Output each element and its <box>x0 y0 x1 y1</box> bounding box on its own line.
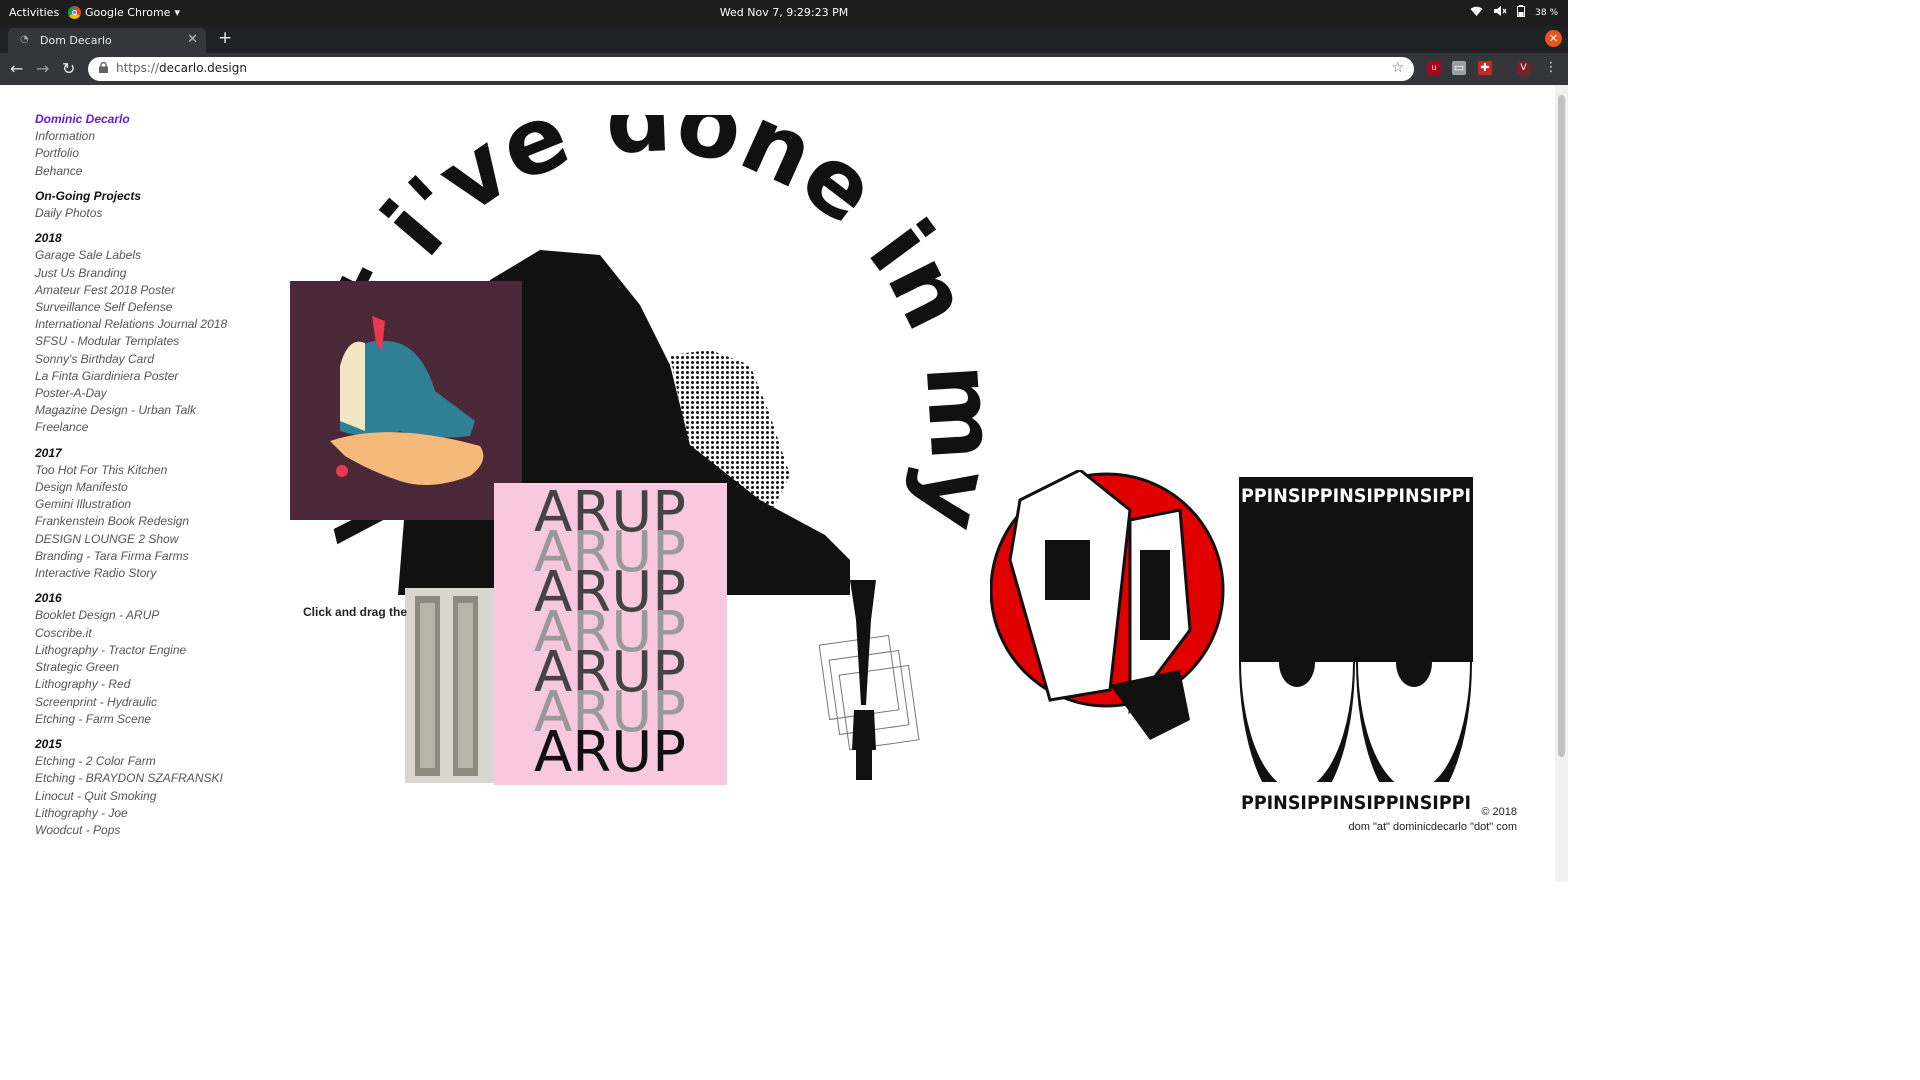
project-link[interactable]: Lithography - Tractor Engine <box>35 642 227 659</box>
project-link[interactable]: Booklet Design - ARUP <box>35 607 227 624</box>
project-link[interactable]: Etching - 2 Color Farm <box>35 753 227 770</box>
nav-link-behance[interactable]: Behance <box>35 163 227 180</box>
project-link[interactable]: Too Hot For This Kitchen <box>35 462 227 479</box>
scrollbar-thumb[interactable] <box>1558 95 1565 757</box>
copyright-text: © 2018 <box>1481 806 1517 818</box>
section-heading: On-Going Projects <box>35 188 142 203</box>
arup-booklet-artwork[interactable]: ARUPARUPARUPARUPARUPARUPARUP <box>494 483 727 785</box>
lock-icon[interactable] <box>99 61 108 76</box>
project-link[interactable]: Etching - BRAYDON SZAFRANSKI <box>35 770 227 787</box>
reload-icon[interactable]: ↻ <box>62 59 75 78</box>
project-link[interactable]: Screenprint - Hydraulic <box>35 694 227 711</box>
project-link[interactable]: Sonny's Birthday Card <box>35 351 227 368</box>
project-link[interactable]: Design Manifesto <box>35 479 227 496</box>
section-heading: 2018 <box>35 231 62 246</box>
project-link[interactable]: Magazine Design - Urban Talk <box>35 402 227 419</box>
project-link[interactable]: Frankenstein Book Redesign <box>35 513 227 530</box>
project-link[interactable]: Gemini Illustration <box>35 496 227 513</box>
browser-toolbar: ← → ↻ https://decarlo.design ☆ u ▭ ✚ V ⋮ <box>0 53 1568 85</box>
project-link[interactable]: SFSU - Modular Templates <box>35 333 227 350</box>
project-link[interactable]: Branding - Tara Firma Farms <box>35 548 227 565</box>
chat-extension-icon[interactable]: ▭ <box>1452 61 1466 75</box>
project-link[interactable]: Lithography - Red <box>35 676 227 693</box>
section-heading: 2016 <box>35 591 62 606</box>
plus-extension-icon[interactable]: ✚ <box>1478 61 1492 75</box>
url-text[interactable]: https://decarlo.design <box>116 61 247 75</box>
poster-plum-artwork[interactable] <box>290 281 522 520</box>
project-link[interactable]: DESIGN LOUNGE 2 Show <box>35 531 227 548</box>
project-link[interactable]: International Relations Journal 2018 <box>35 316 227 333</box>
tab-dom-decarlo[interactable]: ◔ Dom Decarlo ✕ <box>8 28 206 53</box>
etching-artwork[interactable] <box>405 588 495 783</box>
os-top-bar: Activities Google Chrome ▾ Wed Nov 7, 9:… <box>0 0 1568 26</box>
forward-icon[interactable]: → <box>36 59 49 78</box>
nav-link-information[interactable]: Information <box>35 128 227 145</box>
menu-kebab-icon[interactable]: ⋮ <box>1544 61 1558 75</box>
project-link[interactable]: Surveillance Self Defense <box>35 299 227 316</box>
section-heading: 2015 <box>35 736 62 751</box>
profile-avatar[interactable]: V <box>1516 61 1531 76</box>
nav-link-portfolio[interactable]: Portfolio <box>35 145 227 162</box>
url-host: decarlo.design <box>159 61 247 75</box>
system-tray[interactable]: 38 % <box>1470 5 1558 20</box>
project-link[interactable]: Woodcut - Pops <box>35 822 227 839</box>
project-link[interactable]: Daily Photos <box>35 205 227 222</box>
project-link[interactable]: Lithography - Joe <box>35 805 227 822</box>
site-owner-link[interactable]: Dominic Decarlo <box>35 111 227 128</box>
window-close-button[interactable]: ✕ <box>1545 30 1562 47</box>
project-link[interactable]: Freelance <box>35 419 227 436</box>
url-scheme: https:// <box>116 61 160 75</box>
volume-muted-icon <box>1493 5 1507 20</box>
loading-icon: ◔ <box>20 34 29 45</box>
drag-instruction: Click and drag the <box>303 605 408 619</box>
project-link[interactable]: Coscribe.it <box>35 625 227 642</box>
close-tab-icon[interactable]: ✕ <box>187 32 198 47</box>
project-link[interactable]: Interactive Radio Story <box>35 565 227 582</box>
battery-percent: 38 % <box>1535 7 1558 18</box>
page-content: Dominic Decarlo Information Portfolio Be… <box>0 85 1555 882</box>
project-link[interactable]: Poster-A-Day <box>35 385 227 402</box>
back-icon[interactable]: ← <box>10 59 23 78</box>
pins-top-text: PPINSIPPINSIPPINSIPPI <box>1241 485 1471 507</box>
arup-wordmark: ARUP <box>534 720 686 785</box>
pins-poster-artwork[interactable]: PPINSIPPINSIPPINSIPPI PPINSIPPINSIPPINSI… <box>1239 477 1473 817</box>
ublock-extension-icon[interactable]: u <box>1427 61 1441 75</box>
project-link[interactable]: Etching - Farm Scene <box>35 711 227 728</box>
brush-illustration[interactable] <box>816 575 920 787</box>
project-sections: On-Going Projects Daily Photos 2018 Garage … <box>35 188 227 839</box>
tab-title: Dom Decarlo <box>40 34 112 47</box>
section-heading: 2017 <box>35 445 62 460</box>
sidebar-nav: Dominic Decarlo Information Portfolio Be… <box>35 111 227 839</box>
wifi-icon <box>1470 6 1483 20</box>
project-link[interactable]: Strategic Green <box>35 659 227 676</box>
contact-email: dom "at" dominicdecarlo "dot" com <box>1348 821 1517 833</box>
bookmark-star-icon[interactable]: ☆ <box>1391 60 1404 76</box>
clock[interactable]: Wed Nov 7, 9:29:23 PM <box>0 6 1568 19</box>
project-link[interactable]: La Finta Giardiniera Poster <box>35 368 227 385</box>
tab-strip: ◔ Dom Decarlo ✕ + ✕ <box>0 26 1568 53</box>
project-link[interactable]: Linocut - Quit Smoking <box>35 788 227 805</box>
red-sticker-artwork[interactable] <box>990 470 1227 745</box>
footer: © 2018 dom "at" dominicdecarlo "dot" com <box>1349 805 1517 835</box>
project-link[interactable]: Just Us Branding <box>35 265 227 282</box>
battery-icon <box>1517 5 1526 20</box>
project-link[interactable]: Amateur Fest 2018 Poster <box>35 282 227 299</box>
project-link[interactable]: Garage Sale Labels <box>35 247 227 264</box>
address-bar[interactable]: https://decarlo.design ☆ <box>88 57 1414 81</box>
new-tab-button[interactable]: + <box>218 28 232 48</box>
page-scrollbar[interactable] <box>1555 85 1568 882</box>
